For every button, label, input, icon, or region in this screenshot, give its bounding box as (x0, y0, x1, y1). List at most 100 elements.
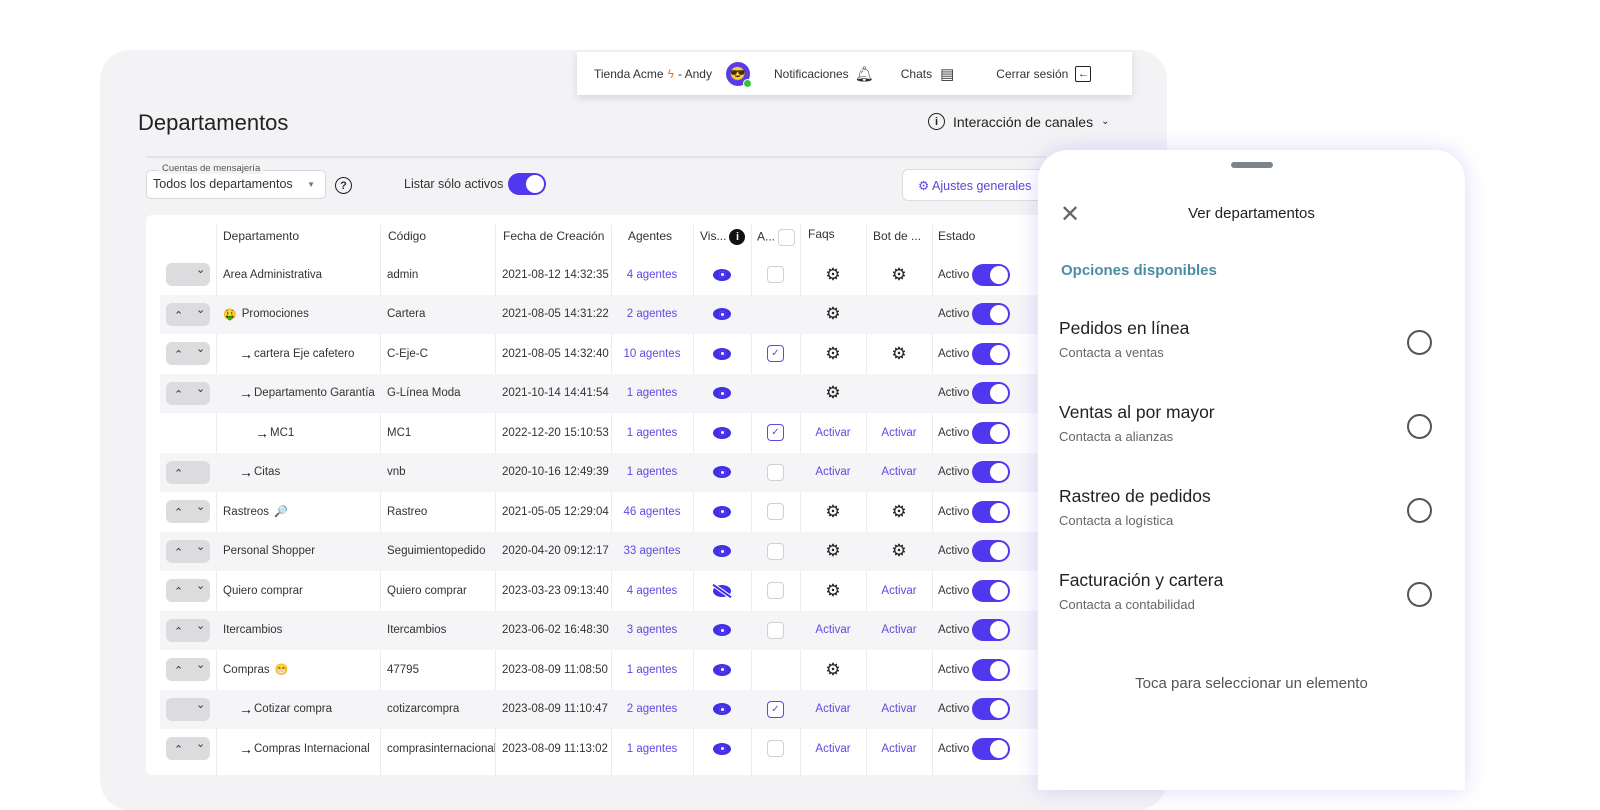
status-toggle[interactable] (972, 303, 1011, 326)
chevron-up-icon[interactable]: ⌃ (174, 348, 183, 361)
status-toggle[interactable] (972, 698, 1011, 721)
chevron-down-icon[interactable]: ⌄ (196, 500, 205, 513)
logout-link[interactable]: Cerrar sesión (996, 67, 1068, 81)
status-toggle[interactable] (972, 461, 1011, 484)
eye-off-icon[interactable] (713, 584, 731, 597)
row-checkbox[interactable]: ✓ (767, 700, 784, 718)
eye-icon[interactable] (713, 545, 731, 558)
column-header[interactable]: Agentes (628, 229, 672, 243)
agents-link[interactable]: 1 agentes (627, 427, 678, 439)
reorder-buttons[interactable]: ⌃ ⌄ (166, 381, 210, 405)
help-icon[interactable]: ? (335, 177, 352, 194)
reorder-buttons[interactable]: ⌄ (166, 697, 210, 721)
row-checkbox[interactable] (767, 463, 784, 481)
faqs-activate-link[interactable]: Activar (815, 466, 850, 478)
status-toggle[interactable] (972, 579, 1011, 602)
department-name[interactable]: Compras (223, 664, 270, 676)
chevron-up-icon[interactable]: ⌃ (174, 309, 183, 322)
chats-link[interactable]: Chats (901, 67, 932, 81)
eye-icon[interactable] (713, 347, 731, 360)
radio-button[interactable] (1407, 498, 1432, 523)
eye-icon[interactable] (713, 703, 731, 716)
chevron-up-icon[interactable]: ⌃ (174, 388, 183, 401)
reorder-buttons[interactable]: ⌃ ⌄ (166, 618, 210, 642)
status-toggle[interactable] (972, 421, 1011, 444)
agents-link[interactable]: 2 agentes (627, 703, 678, 715)
chevron-down-icon[interactable]: ⌄ (196, 698, 205, 711)
chevron-up-icon[interactable]: ⌃ (174, 467, 183, 480)
drag-handle[interactable] (1231, 162, 1273, 168)
logout-icon[interactable]: ← (1075, 65, 1092, 82)
eye-icon[interactable] (713, 268, 731, 281)
agents-link[interactable]: 4 agentes (627, 585, 678, 597)
department-name[interactable]: Citas (254, 466, 280, 478)
chevron-down-icon[interactable]: ⌄ (196, 579, 205, 592)
gear-icon[interactable]: ⚙ (825, 344, 840, 364)
eye-icon[interactable] (713, 663, 731, 676)
row-checkbox[interactable] (767, 740, 784, 758)
agents-link[interactable]: 2 agentes (627, 308, 678, 320)
column-header[interactable]: Departamento (223, 229, 299, 243)
status-toggle[interactable] (972, 500, 1011, 523)
department-name[interactable]: Promociones (242, 308, 309, 320)
agents-link[interactable]: 1 agentes (627, 387, 678, 399)
chevron-down-icon[interactable]: ⌄ (196, 303, 205, 316)
agents-link[interactable]: 33 agentes (624, 545, 681, 557)
column-header[interactable]: A... (757, 229, 796, 246)
agents-link[interactable]: 46 agentes (624, 506, 681, 518)
department-name[interactable]: MC1 (270, 427, 294, 439)
chevron-down-icon[interactable]: ⌄ (196, 382, 205, 395)
chevron-down-icon[interactable]: ⌄ (196, 342, 205, 355)
department-name[interactable]: Itercambios (223, 624, 282, 636)
chevron-up-icon[interactable]: ⌃ (174, 743, 183, 756)
column-header[interactable]: Código (388, 229, 426, 243)
avatar[interactable]: 😎 (725, 61, 752, 88)
department-name[interactable]: cartera Eje cafetero (254, 348, 354, 360)
agents-link[interactable]: 1 agentes (627, 466, 678, 478)
gear-icon[interactable]: ⚙ (891, 344, 906, 364)
eye-icon[interactable] (713, 387, 731, 400)
gear-icon[interactable]: ⚙ (891, 541, 906, 561)
messaging-accounts-select[interactable]: Cuentas de mensajería Todos los departam… (146, 163, 326, 199)
eye-icon[interactable] (713, 308, 731, 321)
row-checkbox[interactable] (767, 503, 784, 521)
general-settings-button[interactable]: ⚙ Ajustes generales (902, 169, 1052, 201)
row-checkbox[interactable]: ✓ (767, 345, 784, 363)
column-header[interactable]: Bot de ... (873, 229, 921, 243)
reorder-buttons[interactable]: ⌃ (166, 460, 210, 484)
gear-icon[interactable]: ⚙ (825, 265, 840, 285)
reorder-buttons[interactable]: ⌃ ⌄ (166, 302, 210, 326)
agents-link[interactable]: 10 agentes (624, 348, 681, 360)
department-name[interactable]: Area Administrativa (223, 269, 322, 281)
chevron-down-icon[interactable]: ⌄ (196, 658, 205, 671)
status-toggle[interactable] (972, 619, 1011, 642)
column-header[interactable]: Faqs (808, 227, 835, 241)
column-header[interactable]: Vis... i (700, 229, 746, 245)
radio-button[interactable] (1407, 330, 1432, 355)
notifications-link[interactable]: Notificaciones (774, 67, 849, 81)
reorder-buttons[interactable]: ⌄ (166, 263, 210, 287)
eye-icon[interactable] (713, 426, 731, 439)
department-name[interactable]: Quiero comprar (223, 585, 303, 597)
department-name[interactable]: Personal Shopper (223, 545, 315, 557)
radio-button[interactable] (1407, 414, 1432, 439)
option-item[interactable]: Ventas al por mayor Contacta a alianzas (1059, 402, 1449, 444)
reorder-buttons[interactable]: ⌃ ⌄ (166, 500, 210, 524)
chevron-up-icon[interactable]: ⌃ (174, 625, 183, 638)
info-icon[interactable]: i (729, 229, 746, 245)
chat-icon[interactable]: ▤ (940, 65, 954, 83)
eye-icon[interactable] (713, 624, 731, 637)
agents-link[interactable]: 1 agentes (627, 664, 678, 676)
chevron-up-icon[interactable]: ⌃ (174, 506, 183, 519)
bot-activate-link[interactable]: Activar (881, 624, 916, 636)
row-checkbox[interactable] (767, 266, 784, 284)
status-toggle[interactable] (972, 382, 1011, 405)
agents-link[interactable]: 3 agentes (627, 624, 678, 636)
gear-icon[interactable]: ⚙ (891, 502, 906, 522)
status-toggle[interactable] (972, 540, 1011, 563)
department-name[interactable]: Cotizar compra (254, 703, 332, 715)
option-item[interactable]: Rastreo de pedidos Contacta a logística (1059, 486, 1449, 528)
status-toggle[interactable] (972, 263, 1011, 286)
gear-icon[interactable]: ⚙ (825, 383, 840, 403)
faqs-activate-link[interactable]: Activar (815, 624, 850, 636)
